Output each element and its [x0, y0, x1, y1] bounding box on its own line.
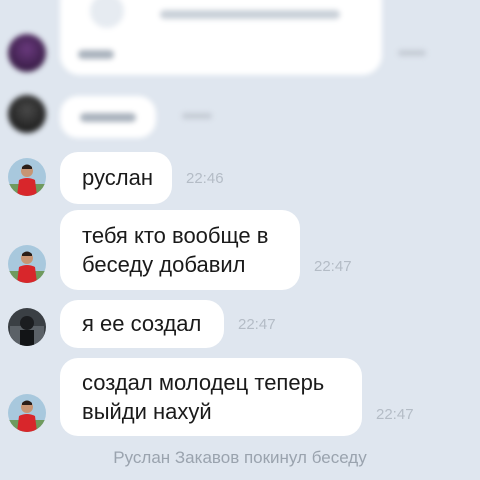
message-row: руслан 22:46	[0, 148, 480, 208]
message-text: руслан	[82, 165, 153, 190]
chat-history[interactable]: руслан 22:46 тебя кто вообще в беседу до…	[0, 0, 480, 480]
message-time: 22:47	[314, 258, 352, 275]
avatar[interactable]	[8, 308, 46, 346]
blurred-time	[398, 50, 426, 56]
message-row: создал молодец теперь выйди нахуй 22:47	[0, 358, 480, 438]
message-text: создал молодец теперь выйди нахуй	[82, 370, 325, 424]
avatar[interactable]	[8, 158, 46, 196]
message-time: 22:47	[238, 316, 276, 333]
blurred-time-2	[182, 113, 212, 119]
blurred-avatar-dark	[8, 95, 46, 133]
message-bubble[interactable]: руслан	[60, 152, 172, 204]
message-row: я ее создал 22:47	[0, 298, 480, 352]
avatar[interactable]	[8, 394, 46, 432]
user-avatar-red-shirt-icon	[8, 245, 46, 283]
message-row: тебя кто вообще в беседу добавил 22:47	[0, 210, 480, 290]
message-bubble[interactable]: создал молодец теперь выйди нахуй	[60, 358, 362, 436]
blurred-messages	[0, 0, 480, 140]
system-message: Руслан Закавов покинул беседу	[113, 448, 367, 467]
blurred-avatar-purple	[8, 34, 46, 72]
message-time: 22:46	[186, 170, 224, 187]
message-time: 22:47	[376, 406, 414, 423]
message-text: тебя кто вообще в беседу добавил	[82, 223, 269, 277]
message-bubble[interactable]: я ее создал	[60, 300, 224, 348]
user-avatar-red-shirt-icon	[8, 394, 46, 432]
avatar[interactable]	[8, 245, 46, 283]
message-bubble[interactable]: тебя кто вообще в беседу добавил	[60, 210, 300, 290]
message-text: я ее создал	[82, 311, 202, 336]
user-avatar-dark-icon	[8, 308, 46, 346]
blurred-bubble-small	[60, 96, 156, 138]
blurred-bubble	[60, 0, 382, 75]
user-avatar-red-shirt-icon	[8, 158, 46, 196]
